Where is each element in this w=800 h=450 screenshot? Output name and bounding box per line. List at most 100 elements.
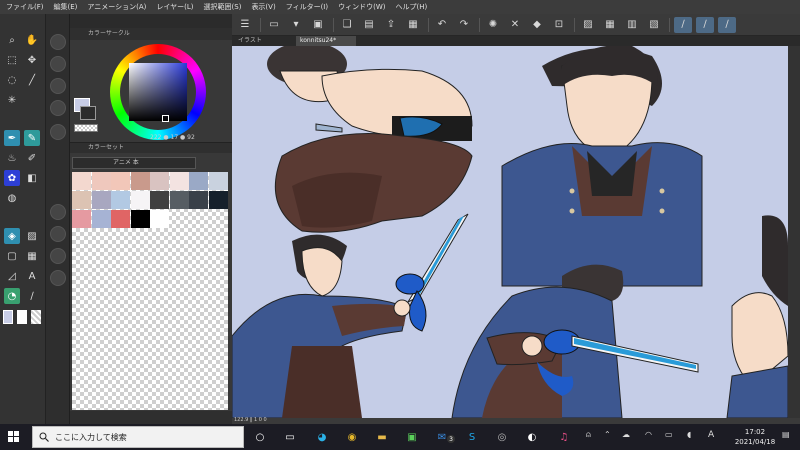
figure-icon[interactable]: ▢ <box>4 248 20 264</box>
clip-studio-icon[interactable]: ◎ <box>494 429 510 445</box>
brush-icon[interactable]: ♨ <box>4 150 20 166</box>
taskbar-clock[interactable]: 17:02 2021/04/18 <box>732 427 778 447</box>
save-icon[interactable]: ▤ <box>360 17 378 33</box>
hand-icon[interactable]: ✋ <box>24 32 40 48</box>
color-swatch[interactable] <box>150 172 169 190</box>
menu-window[interactable]: ウィンドウ(W) <box>338 2 385 12</box>
eraser-icon[interactable]: ◧ <box>24 170 40 186</box>
task-view-icon[interactable]: ▭ <box>282 429 298 445</box>
chrome-icon[interactable]: ◉ <box>344 429 360 445</box>
menu-selection[interactable]: 選択範囲(S) <box>204 2 242 12</box>
snap-icon[interactable]: ▧ <box>645 17 663 33</box>
gradient-icon[interactable]: ▨ <box>24 228 40 244</box>
export-icon[interactable]: ⇪ <box>382 17 400 33</box>
zoom-icon[interactable]: ⌕ <box>4 32 20 48</box>
music-icon[interactable]: ♫ <box>556 429 572 445</box>
sub-tool-button[interactable] <box>50 124 66 140</box>
color-swatch[interactable] <box>72 191 91 209</box>
notification-icon[interactable]: ▤ <box>782 430 790 439</box>
pen-icon[interactable]: ✒ <box>4 130 20 146</box>
redo-icon[interactable]: ↷ <box>455 17 473 33</box>
menu-view[interactable]: 表示(V) <box>251 2 275 12</box>
color-swatch[interactable] <box>208 172 228 190</box>
sub-color-swatch[interactable] <box>80 106 96 120</box>
crop-icon[interactable]: ⊡ <box>550 17 568 33</box>
tab-document[interactable]: konnitsu24* <box>296 36 356 46</box>
open-file-icon[interactable]: ❑ <box>338 17 356 33</box>
sub-tool-button[interactable] <box>50 100 66 116</box>
mask-icon[interactable]: ▨ <box>579 17 597 33</box>
clear-icon[interactable]: ✕ <box>506 17 524 33</box>
ruler-tool-icon[interactable]: ◿ <box>4 268 20 284</box>
sub-color-swatch[interactable] <box>17 310 27 324</box>
color-swatch[interactable] <box>130 172 150 190</box>
correction-icon[interactable]: ∕ <box>24 288 40 304</box>
saturation-value-square[interactable] <box>129 63 187 121</box>
color-set-dropdown[interactable]: アニメ 本 <box>72 157 196 169</box>
people-icon[interactable]: ⍝ <box>586 430 591 440</box>
pencil-icon[interactable]: ✎ <box>24 130 40 146</box>
color-swatch[interactable] <box>72 172 91 190</box>
drawing-canvas[interactable] <box>232 46 788 418</box>
ruler-icon[interactable]: ▥ <box>623 17 641 33</box>
settings-icon[interactable]: ✺ <box>484 17 502 33</box>
taskbar-search-box[interactable]: ここに入力して検索 <box>32 426 244 448</box>
undo-icon[interactable]: ↶ <box>433 17 451 33</box>
chevron-down-icon[interactable]: ▾ <box>287 17 305 33</box>
sub-tool-button[interactable] <box>50 56 66 72</box>
sub-tool-button[interactable] <box>50 226 66 242</box>
sub-tool-button[interactable] <box>50 270 66 286</box>
color-swatch[interactable] <box>189 191 208 209</box>
ime-indicator[interactable]: A <box>708 430 714 440</box>
transparent-color-swatch[interactable] <box>74 124 98 132</box>
skype-icon[interactable]: S <box>464 429 480 445</box>
eyedropper-icon[interactable]: ╱ <box>24 72 40 88</box>
new-file-icon[interactable]: ▭ <box>265 17 283 33</box>
magic-wand-icon[interactable]: ✳ <box>4 92 20 108</box>
grid-icon[interactable]: ▦ <box>601 17 619 33</box>
menu-file[interactable]: ファイル(F) <box>6 2 44 12</box>
sub-tool-button[interactable] <box>50 78 66 94</box>
menu-help[interactable]: ヘルプ(H) <box>395 2 427 12</box>
balloon-icon[interactable]: ◔ <box>4 288 20 304</box>
sub-tool-button[interactable] <box>50 34 66 50</box>
volume-icon[interactable]: ◖ <box>687 430 691 439</box>
pen-stabilizer-icon[interactable]: ∕ <box>674 16 692 33</box>
lasso-icon[interactable]: ◌ <box>4 72 20 88</box>
transparent-color-swatch[interactable] <box>31 310 41 324</box>
main-color-swatch[interactable] <box>3 310 13 324</box>
chevron-up-icon[interactable]: ⌃ <box>604 430 611 439</box>
frame-icon[interactable]: ▦ <box>24 248 40 264</box>
color-swatch[interactable] <box>150 191 169 209</box>
fill-icon[interactable]: ◆ <box>528 17 546 33</box>
windows-start-icon[interactable] <box>8 431 20 443</box>
clip-studio-paint-icon[interactable]: ◐ <box>524 429 540 445</box>
cortana-icon[interactable]: ○ <box>252 429 268 445</box>
color-swatch[interactable] <box>111 210 130 228</box>
print-icon[interactable]: ▦ <box>404 17 422 33</box>
color-swatch[interactable] <box>111 191 130 209</box>
color-swatch[interactable] <box>91 191 111 209</box>
battery-icon[interactable]: ▭ <box>665 430 673 439</box>
sub-tool-button[interactable] <box>50 248 66 264</box>
layer-icon[interactable]: ▣ <box>309 17 327 33</box>
color-cursor[interactable] <box>162 115 169 122</box>
color-swatch[interactable] <box>130 191 150 209</box>
file-explorer-icon[interactable]: ▬ <box>374 429 390 445</box>
color-swatch[interactable] <box>111 172 130 190</box>
color-swatch[interactable] <box>169 191 189 209</box>
sub-tool-button[interactable] <box>50 204 66 220</box>
pen-taper-icon[interactable]: ∕ <box>718 16 736 33</box>
color-swatch[interactable] <box>91 172 111 190</box>
store-icon[interactable]: ▣ <box>404 429 420 445</box>
wifi-icon[interactable]: ◠ <box>645 430 652 439</box>
tab-illust[interactable]: イラスト <box>234 36 294 46</box>
decoration-icon[interactable]: ✿ <box>4 170 20 186</box>
text-icon[interactable]: A <box>24 268 40 284</box>
cloud-icon[interactable]: ☁ <box>622 430 630 439</box>
blend-icon[interactable]: ◍ <box>4 190 20 206</box>
menu-filter[interactable]: フィルター(I) <box>286 2 328 12</box>
menu-layer[interactable]: レイヤー(L) <box>156 2 193 12</box>
color-swatch[interactable] <box>189 172 208 190</box>
fill-tool-icon[interactable]: ◈ <box>4 228 20 244</box>
